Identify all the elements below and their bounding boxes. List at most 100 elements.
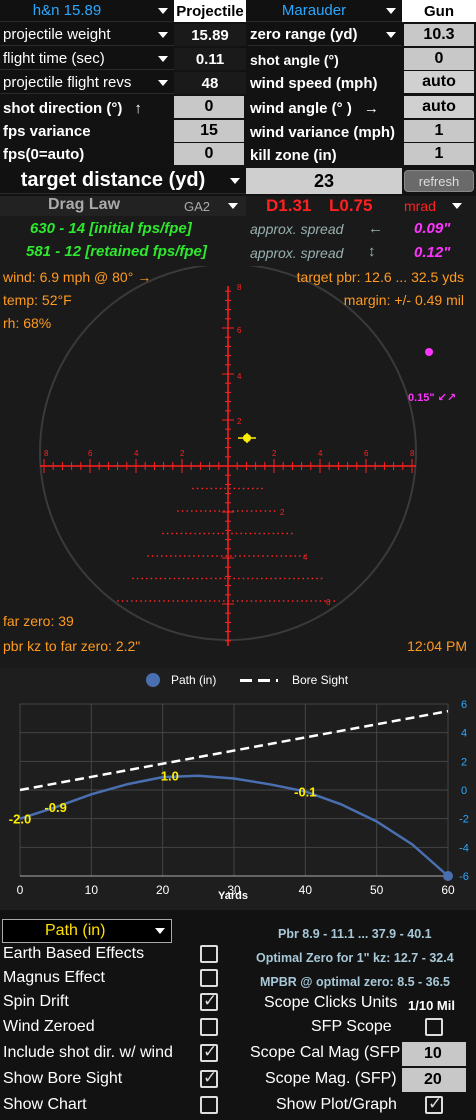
- holdover-dot: [285, 555, 287, 557]
- wind-speed-select[interactable]: auto: [404, 71, 474, 93]
- data-label: -0.1: [294, 784, 316, 799]
- holdover-dot: [141, 577, 144, 580]
- holdover-dot: [243, 555, 246, 557]
- holdover-dot: [217, 532, 220, 535]
- legend-path-label: Path (in): [171, 673, 217, 687]
- holdover-dot: [277, 532, 279, 535]
- holdover-dot: [158, 600, 161, 602]
- holdover-dot: [234, 555, 237, 557]
- tick-label: 4: [318, 449, 323, 458]
- holdover-dot: [188, 555, 191, 557]
- wind-zeroed-checkbox[interactable]: [200, 1018, 218, 1036]
- y-tick-label: 6: [461, 699, 467, 711]
- fps-variance-input[interactable]: 15: [174, 120, 244, 142]
- wind-angle-select[interactable]: auto: [404, 96, 474, 118]
- holdover-dot: [319, 600, 322, 602]
- target-distance-input[interactable]: 23: [246, 168, 402, 194]
- holdover-dot: [264, 600, 267, 602]
- holdover-dot: [196, 577, 199, 580]
- unit-select[interactable]: mrad: [398, 198, 468, 216]
- settings-panel: Path (in) Earth Based Effects Magnus Eff…: [0, 910, 476, 1120]
- holdover-dot: [190, 600, 193, 602]
- holdover-dot: [182, 577, 185, 580]
- earth-effects-checkbox[interactable]: [200, 945, 218, 963]
- kill-zone-input[interactable]: 1: [404, 143, 474, 165]
- flight-revs-select[interactable]: projectile flight revs: [0, 72, 174, 94]
- y-tick-label: -2: [459, 814, 469, 826]
- holdover-dot: [290, 532, 293, 535]
- holdover-dot: [232, 600, 234, 602]
- sfp-scope-label: SFP Scope: [311, 1018, 392, 1035]
- shot-direction-input[interactable]: 0: [174, 96, 244, 118]
- data-label: -0.9: [44, 800, 66, 815]
- holdover-dot: [238, 487, 240, 490]
- chevron-down-icon: [158, 8, 168, 14]
- path-select[interactable]: Path (in): [2, 919, 172, 943]
- holdover-dot: [257, 555, 260, 557]
- magnus-effect-label: Magnus Effect: [3, 969, 105, 986]
- holdover-dot: [297, 577, 300, 580]
- holdover-dot: [163, 600, 165, 602]
- earth-effects-label: Earth Based Effects: [3, 945, 145, 962]
- refresh-button[interactable]: refresh: [404, 170, 474, 192]
- holdover-dot: [197, 555, 200, 557]
- gun-select[interactable]: Marauder: [246, 0, 402, 22]
- scope-cal-mag-input[interactable]: 10: [402, 1042, 466, 1066]
- holdover-dot: [193, 555, 195, 557]
- drag-law-label: Drag Law: [48, 196, 121, 213]
- holdover-dot: [145, 577, 148, 580]
- spread-horizontal-value: 0.09": [414, 220, 451, 237]
- holdover-dot: [282, 600, 285, 602]
- holdover-dot: [296, 600, 299, 602]
- holdover-dot: [181, 510, 184, 512]
- holdover-dot: [203, 532, 206, 535]
- projectile-weight-select[interactable]: projectile weight: [0, 24, 174, 46]
- zero-range-select[interactable]: zero range (yd): [248, 24, 402, 46]
- projectile-select-value: h&n 15.89: [32, 2, 102, 19]
- magnus-effect-checkbox[interactable]: [200, 969, 218, 987]
- zero-range-input[interactable]: 10.3: [404, 24, 474, 46]
- holdover-dot: [259, 510, 262, 512]
- flight-time-select[interactable]: flight time (sec): [0, 48, 174, 70]
- holdover-dot: [271, 555, 274, 557]
- holdover-dot: [135, 600, 138, 602]
- holdover-dot: [241, 510, 244, 512]
- show-bore-sight-checkbox[interactable]: [200, 1068, 218, 1088]
- pbr-kz-info: pbr kz to far zero: 2.2": [3, 638, 141, 654]
- scope-clicks-select[interactable]: 1/10 Mil: [408, 998, 455, 1013]
- include-shot-dir-checkbox[interactable]: [200, 1042, 218, 1062]
- holdover-dot: [227, 600, 230, 602]
- sfp-scope-checkbox[interactable]: [425, 1018, 443, 1036]
- y-tick-label: 2: [461, 756, 467, 768]
- holdover-dot: [226, 532, 229, 535]
- holdover-dot: [210, 487, 213, 490]
- drag-law-select[interactable]: Drag Law GA2: [0, 196, 246, 216]
- holdover-dot: [218, 510, 221, 512]
- arrow-up-icon: ↑: [134, 99, 142, 117]
- wind-variance-input[interactable]: 1: [404, 120, 474, 142]
- holdover-dot: [245, 600, 248, 602]
- shot-direction-label: shot direction (°) ↑: [3, 97, 173, 119]
- holdover-dot: [224, 487, 227, 490]
- spin-drift-checkbox[interactable]: [200, 991, 218, 1011]
- initial-fps: 630 - 14 [initial fps/fpe]: [30, 220, 192, 237]
- holdover-dot: [240, 532, 243, 535]
- target-distance-select[interactable]: target distance (yd): [0, 168, 246, 194]
- projectile-header: Projectile: [174, 0, 246, 22]
- x-tick-label: 60: [441, 883, 455, 897]
- projectile-select[interactable]: h&n 15.89: [0, 0, 174, 22]
- show-chart-checkbox[interactable]: [200, 1096, 218, 1114]
- path-select-value: Path (in): [45, 922, 106, 939]
- holdover-dot: [302, 577, 305, 580]
- holdover-dot: [225, 555, 228, 557]
- holdover-dot: [316, 577, 318, 580]
- show-plot-label: Show Plot/Graph: [276, 1096, 397, 1113]
- scope-mag-input[interactable]: 20: [402, 1068, 466, 1092]
- shot-angle-input[interactable]: 0: [404, 48, 474, 70]
- fps-auto-input[interactable]: 0: [174, 143, 244, 165]
- holdover-dot: [117, 600, 119, 602]
- show-plot-checkbox[interactable]: [425, 1094, 443, 1114]
- legend-path-marker: [146, 673, 160, 687]
- holdover-dot: [151, 555, 154, 557]
- wind-angle-text: wind angle (° ): [250, 99, 352, 117]
